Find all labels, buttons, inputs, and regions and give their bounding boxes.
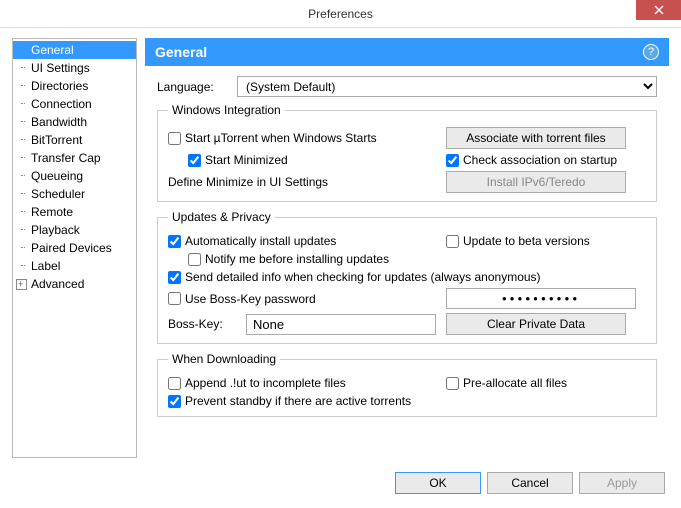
boss-key-input[interactable] (246, 314, 436, 335)
panel-header: General ? (145, 38, 669, 66)
dialog-footer: OK Cancel Apply (0, 462, 681, 504)
sidebar-item-paired-devices[interactable]: Paired Devices (13, 239, 136, 257)
sidebar-item-scheduler[interactable]: Scheduler (13, 185, 136, 203)
notify-before-install-checkbox[interactable]: Notify me before installing updates (188, 252, 389, 266)
start-minimized-checkbox[interactable]: Start Minimized (188, 153, 288, 167)
close-icon (654, 5, 664, 15)
boss-key-password-input[interactable] (446, 288, 636, 309)
windows-integration-legend: Windows Integration (168, 103, 285, 117)
clear-private-data-button[interactable]: Clear Private Data (446, 313, 626, 335)
panel-title: General (155, 44, 207, 60)
sidebar-item-remote[interactable]: Remote (13, 203, 136, 221)
apply-button[interactable]: Apply (579, 472, 665, 494)
sidebar-item-label[interactable]: Label (13, 257, 136, 275)
category-tree[interactable]: General UI Settings Directories Connecti… (12, 38, 137, 458)
sidebar-item-bandwidth[interactable]: Bandwidth (13, 113, 136, 131)
cancel-button[interactable]: Cancel (487, 472, 573, 494)
auto-install-checkbox[interactable]: Automatically install updates (168, 234, 336, 248)
sidebar-item-advanced[interactable]: Advanced (13, 275, 136, 293)
updates-legend: Updates & Privacy (168, 210, 275, 224)
sidebar-item-queueing[interactable]: Queueing (13, 167, 136, 185)
install-ipv6-button[interactable]: Install IPv6/Teredo (446, 171, 626, 193)
sidebar-item-playback[interactable]: Playback (13, 221, 136, 239)
associate-torrent-button[interactable]: Associate with torrent files (446, 127, 626, 149)
sidebar-item-bittorrent[interactable]: BitTorrent (13, 131, 136, 149)
boss-key-label: Boss-Key: (168, 317, 240, 331)
sidebar-item-general[interactable]: General (13, 41, 136, 59)
sidebar-item-ui-settings[interactable]: UI Settings (13, 59, 136, 77)
sidebar-item-transfer-cap[interactable]: Transfer Cap (13, 149, 136, 167)
windows-integration-group: Windows Integration Start µTorrent when … (157, 103, 657, 202)
boss-key-password-checkbox[interactable]: Use Boss-Key password (168, 292, 316, 306)
define-minimize-text: Define Minimize in UI Settings (168, 175, 328, 189)
pre-allocate-checkbox[interactable]: Pre-allocate all files (446, 376, 567, 390)
downloading-legend: When Downloading (168, 352, 280, 366)
title-bar: Preferences (0, 0, 681, 28)
language-select[interactable]: (System Default) (237, 76, 657, 97)
updates-privacy-group: Updates & Privacy Automatically install … (157, 210, 657, 344)
help-icon[interactable]: ? (643, 44, 659, 60)
ok-button[interactable]: OK (395, 472, 481, 494)
start-with-windows-checkbox[interactable]: Start µTorrent when Windows Starts (168, 131, 377, 145)
append-ut-checkbox[interactable]: Append .!ut to incomplete files (168, 376, 346, 390)
window-title: Preferences (308, 7, 373, 21)
prevent-standby-checkbox[interactable]: Prevent standby if there are active torr… (168, 394, 411, 408)
update-beta-checkbox[interactable]: Update to beta versions (446, 234, 590, 248)
language-label: Language: (157, 80, 237, 94)
send-detailed-checkbox[interactable]: Send detailed info when checking for upd… (168, 270, 541, 284)
close-button[interactable] (636, 0, 681, 20)
sidebar-item-connection[interactable]: Connection (13, 95, 136, 113)
sidebar-item-directories[interactable]: Directories (13, 77, 136, 95)
when-downloading-group: When Downloading Append .!ut to incomple… (157, 352, 657, 417)
check-association-checkbox[interactable]: Check association on startup (446, 153, 617, 167)
